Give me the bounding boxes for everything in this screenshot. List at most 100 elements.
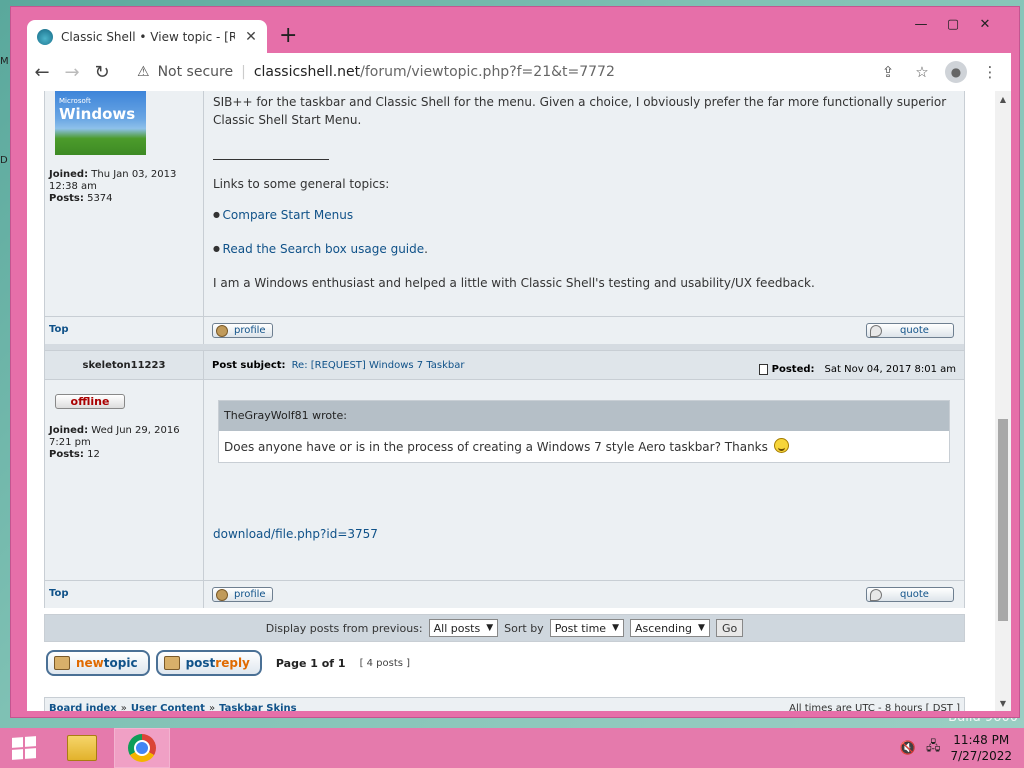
quote-label: quote: [900, 325, 929, 336]
links-intro: Links to some general topics:: [213, 177, 390, 191]
profile-button[interactable]: ●: [941, 57, 971, 87]
taskbar-clock[interactable]: 11:48 PM 7/27/2022: [950, 732, 1012, 764]
not-secure-label[interactable]: Not secure: [158, 64, 234, 80]
clock-date: 7/27/2022: [950, 749, 1012, 763]
posted-label: Posted:: [771, 364, 815, 375]
post-2: offline Joined: Wed Jun 29, 2016 7:21 pm…: [44, 380, 965, 580]
classic-shell-favicon-icon: [37, 28, 53, 45]
profile-icon: [216, 324, 228, 337]
subject-label: Post subject:: [212, 360, 286, 371]
post-1-text: SIB++ for the taskbar and Classic Shell …: [213, 95, 947, 127]
post-1-author-panel: Microsoft Windows Joined: Thu Jan 03, 20…: [45, 91, 204, 316]
taskbar-chrome[interactable]: [114, 728, 170, 768]
clock-time: 11:48 PM: [953, 733, 1010, 747]
profile-icon: [216, 588, 228, 601]
quote-icon: [870, 324, 882, 337]
browser-toolbar: ← → ↻ ⚠ Not secure | classicshell.net/fo…: [27, 53, 1011, 91]
post-2-posted: Posted: Sat Nov 04, 2017 8:01 am: [759, 360, 956, 379]
back-button[interactable]: ←: [27, 57, 57, 87]
system-tray: 🔇 🖧 11:48 PM 7/27/2022: [900, 732, 1024, 764]
url-domain[interactable]: classicshell.net: [254, 64, 360, 80]
posts-value: 12: [87, 449, 100, 460]
posts-filter-select[interactable]: All posts ▼: [428, 619, 499, 637]
post-subject-link[interactable]: Re: [REQUEST] Windows 7 Taskbar: [292, 360, 465, 379]
new-topic-icon: [54, 656, 70, 670]
post-reply-label-b: reply: [215, 656, 250, 670]
avatar-logo-small: Microsoft: [59, 97, 91, 105]
browser-tab[interactable]: Classic Shell • View topic - [REQUEST] W…: [27, 20, 267, 53]
avatar-logo-text: Windows: [59, 105, 136, 123]
warning-icon[interactable]: ⚠: [137, 64, 150, 80]
sort-order-select[interactable]: Ascending ▼: [630, 619, 710, 637]
address-bar[interactable]: ⚠ Not secure | classicshell.net/forum/vi…: [125, 57, 865, 87]
taskbar-file-explorer[interactable]: [54, 728, 110, 768]
posts-label: Posts:: [49, 193, 84, 204]
attachment-line: download/file.php?id=3757: [213, 525, 955, 543]
network-icon[interactable]: 🖧: [926, 737, 941, 759]
new-topic-button[interactable]: new topic: [46, 650, 150, 676]
sort-value: Post time: [554, 621, 607, 635]
quote-button[interactable]: quote: [866, 323, 954, 338]
bullet-item-2: Read the Search box usage guide.: [213, 240, 955, 260]
breadcrumb-user-content[interactable]: User Content: [131, 703, 205, 712]
profile-label: profile: [234, 589, 266, 600]
display-posts-label: Display posts from previous:: [265, 621, 423, 635]
scroll-thumb[interactable]: [998, 419, 1008, 621]
post-reply-icon: [163, 656, 180, 670]
avatar-icon: ●: [945, 61, 967, 83]
quote-button[interactable]: quote: [866, 587, 954, 602]
posts-label: Posts:: [49, 449, 84, 460]
post-1-body: SIB++ for the taskbar and Classic Shell …: [204, 91, 964, 316]
chrome-icon: [128, 734, 156, 762]
forum-topic: Microsoft Windows Joined: Thu Jan 03, 20…: [44, 91, 965, 711]
top-link[interactable]: Top: [49, 588, 69, 599]
post-2-actions: Top profile quote: [44, 580, 965, 608]
close-window-button[interactable]: ✕: [969, 13, 1001, 35]
file-explorer-icon: [67, 735, 97, 761]
post-1: Microsoft Windows Joined: Thu Jan 03, 20…: [44, 91, 965, 316]
forward-button[interactable]: →: [57, 57, 87, 87]
minimize-button[interactable]: —: [905, 13, 937, 35]
start-button[interactable]: [0, 728, 48, 768]
breadcrumb-separator: »: [120, 702, 127, 712]
reload-button[interactable]: ↻: [87, 57, 117, 87]
post-2-author-name[interactable]: skeleton11223: [45, 351, 204, 379]
breadcrumb-board-index[interactable]: Board index: [49, 703, 117, 712]
signature-divider: [213, 146, 329, 160]
bookmark-star-icon[interactable]: ☆: [907, 57, 937, 87]
url-path[interactable]: /forum/viewtopic.php?f=21&t=7772: [360, 64, 615, 80]
breadcrumb-taskbar-skins[interactable]: Taskbar Skins: [219, 703, 297, 712]
browser-window: Classic Shell • View topic - [REQUEST] W…: [10, 6, 1020, 718]
toolbar-right: ⇪ ☆ ● ⋮: [873, 57, 1011, 87]
post-reply-label-a: post: [185, 656, 216, 670]
menu-kebab-icon[interactable]: ⋮: [975, 57, 1005, 87]
speaker-muted-icon[interactable]: 🔇: [900, 741, 916, 756]
search-guide-link[interactable]: Read the Search box usage guide: [223, 242, 425, 256]
post-1-top-cell: Top: [45, 317, 204, 344]
post-2-author-panel: offline Joined: Wed Jun 29, 2016 7:21 pm…: [45, 380, 204, 580]
new-tab-button[interactable]: +: [279, 24, 297, 48]
profile-button[interactable]: profile: [212, 323, 273, 338]
post-1-buttons: profile quote: [204, 317, 964, 344]
share-icon[interactable]: ⇪: [873, 57, 903, 87]
page-scrollbar[interactable]: ▲ ▼: [995, 91, 1011, 711]
post-2-header: skeleton11223 Post subject: Re: [REQUEST…: [44, 350, 965, 380]
profile-button[interactable]: profile: [212, 587, 273, 602]
post-2-top-cell: Top: [45, 581, 204, 608]
tab-close-icon[interactable]: ✕: [243, 29, 259, 45]
attachment-link[interactable]: download/file.php?id=3757: [213, 527, 378, 541]
post-2-body: TheGrayWolf81 wrote: Does anyone have or…: [204, 380, 964, 580]
windows-xp-avatar: Microsoft Windows: [55, 91, 146, 155]
maximize-button[interactable]: ▢: [937, 13, 969, 35]
scroll-up-arrow-icon[interactable]: ▲: [995, 91, 1011, 107]
go-button[interactable]: Go: [715, 619, 744, 637]
top-link[interactable]: Top: [49, 324, 69, 335]
compare-start-menus-link[interactable]: Compare Start Menus: [223, 208, 354, 222]
post-1-closing: I am a Windows enthusiast and helped a l…: [213, 276, 815, 290]
sort-by-select[interactable]: Post time ▼: [549, 619, 624, 637]
breadcrumb: Board index » User Content » Taskbar Ski…: [44, 697, 965, 711]
scroll-down-arrow-icon[interactable]: ▼: [995, 695, 1011, 711]
post-reply-button[interactable]: post reply: [155, 650, 262, 676]
post-1-actions: Top profile quote: [44, 316, 965, 344]
breadcrumb-separator: »: [208, 702, 216, 712]
